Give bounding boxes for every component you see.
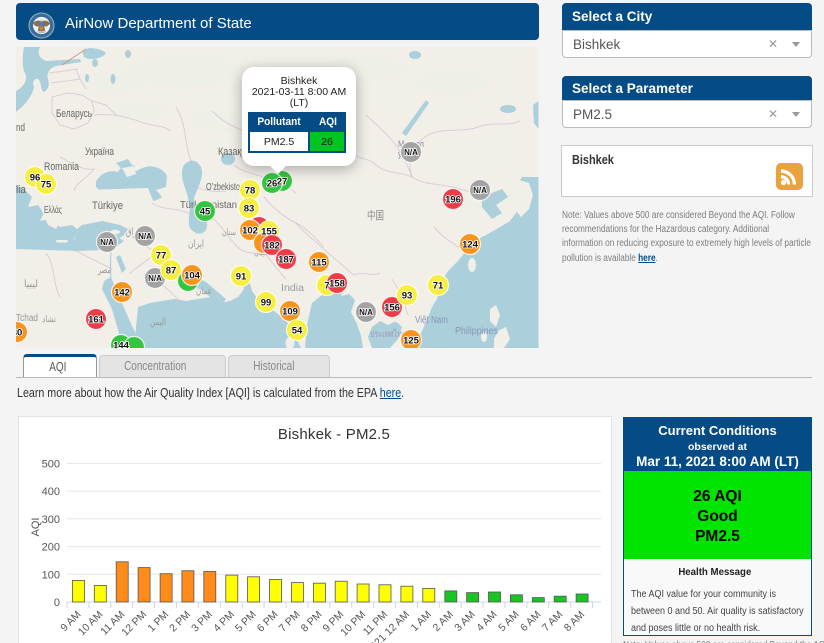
svg-text:83: 83 [244, 203, 255, 214]
svg-text:عمان: عمان [196, 286, 212, 297]
svg-text:Romania: Romania [44, 161, 80, 173]
svg-text:91: 91 [236, 271, 247, 282]
svg-text:中国: 中国 [367, 209, 384, 222]
svg-text:Беларусь: Беларусь [56, 108, 92, 120]
svg-text:8 AM: 8 AM [562, 609, 587, 634]
svg-text:lia: lia [16, 184, 27, 196]
svg-text:99: 99 [261, 297, 272, 308]
svg-text:مصر: مصر [97, 265, 111, 276]
svg-text:30: 30 [16, 327, 22, 338]
svg-text:196: 196 [445, 194, 461, 205]
svg-text:Việt Nam: Việt Nam [415, 315, 448, 326]
svg-text:26: 26 [267, 178, 278, 189]
svg-text:104: 104 [184, 270, 201, 281]
svg-text:AQI: AQI [30, 518, 42, 537]
svg-text:115: 115 [311, 257, 327, 268]
svg-text:7 AM: 7 AM [540, 609, 565, 634]
svg-text:87: 87 [166, 265, 177, 276]
svg-text:142: 142 [114, 287, 130, 298]
svg-text:1 AM: 1 AM [409, 609, 434, 634]
svg-text:200: 200 [42, 542, 60, 554]
svg-text:75: 75 [41, 179, 52, 190]
svg-text:7 PM: 7 PM [277, 609, 303, 635]
svg-text:125: 125 [403, 335, 420, 346]
svg-text:تشاد: تشاد [42, 314, 56, 324]
svg-text:78: 78 [245, 185, 256, 196]
svg-text:77: 77 [156, 250, 167, 261]
svg-text:3 PM: 3 PM [189, 609, 215, 635]
svg-text:124: 124 [462, 239, 479, 250]
svg-text:3 AM: 3 AM [452, 609, 477, 634]
svg-text:O’zbekiston: O’zbekiston [206, 182, 244, 193]
svg-text:ایران: ایران [188, 239, 204, 250]
svg-text:2 PM: 2 PM [167, 609, 193, 635]
svg-text:100: 100 [42, 569, 60, 581]
svg-text:500: 500 [42, 458, 60, 470]
svg-text:300: 300 [42, 514, 60, 526]
svg-text:4 PM: 4 PM [211, 609, 237, 635]
svg-text:71: 71 [433, 280, 444, 291]
svg-text:161: 161 [88, 314, 105, 325]
svg-text:4 AM: 4 AM [474, 609, 499, 634]
svg-text:96: 96 [30, 172, 41, 183]
svg-text:0: 0 [54, 597, 60, 609]
svg-text:45: 45 [200, 206, 211, 217]
svg-text:54: 54 [292, 325, 303, 336]
svg-text:ستان: ستان [222, 227, 236, 237]
svg-text:Ελλάς: Ελλάς [44, 204, 62, 216]
svg-text:Türkiye: Türkiye [92, 200, 123, 212]
svg-text:144: 144 [113, 340, 130, 347]
svg-text:N/A: N/A [148, 274, 162, 283]
svg-text:102: 102 [242, 225, 258, 236]
svg-text:N/A: N/A [404, 148, 418, 157]
svg-text:N/A: N/A [100, 238, 114, 247]
svg-text:N/A: N/A [359, 308, 373, 317]
svg-text:109: 109 [282, 306, 298, 317]
svg-text:6 AM: 6 AM [518, 609, 543, 634]
svg-text:1 PM: 1 PM [145, 609, 171, 635]
svg-text:ليبيا: ليبيا [24, 279, 38, 290]
svg-text:nd: nd [16, 122, 25, 134]
svg-text:158: 158 [329, 278, 345, 289]
svg-text:India: India [281, 282, 304, 294]
svg-text:Philippines: Philippines [455, 326, 498, 337]
svg-text:155: 155 [261, 226, 278, 237]
svg-text:10 PM: 10 PM [338, 609, 368, 639]
svg-text:2 AM: 2 AM [431, 609, 456, 634]
svg-text:12 PM: 12 PM [119, 609, 149, 639]
svg-text:N/A: N/A [473, 186, 487, 195]
svg-text:10 AM: 10 AM [76, 609, 106, 639]
svg-text:6 PM: 6 PM [255, 609, 281, 635]
svg-text:8 PM: 8 PM [299, 609, 325, 635]
svg-text:156: 156 [384, 302, 400, 313]
svg-text:5 PM: 5 PM [233, 609, 259, 635]
svg-text:اليمن: اليمن [150, 317, 166, 328]
svg-text:N/A: N/A [138, 232, 152, 241]
svg-text:182: 182 [264, 240, 280, 251]
svg-text:27: 27 [277, 176, 288, 187]
svg-text:187: 187 [278, 254, 294, 265]
svg-text:5 AM: 5 AM [496, 609, 521, 634]
svg-text:Україна: Україна [85, 146, 115, 158]
svg-text:93: 93 [402, 290, 413, 301]
svg-text:Bishkek - PM2.5: Bishkek - PM2.5 [278, 426, 390, 443]
svg-text:400: 400 [42, 486, 60, 498]
